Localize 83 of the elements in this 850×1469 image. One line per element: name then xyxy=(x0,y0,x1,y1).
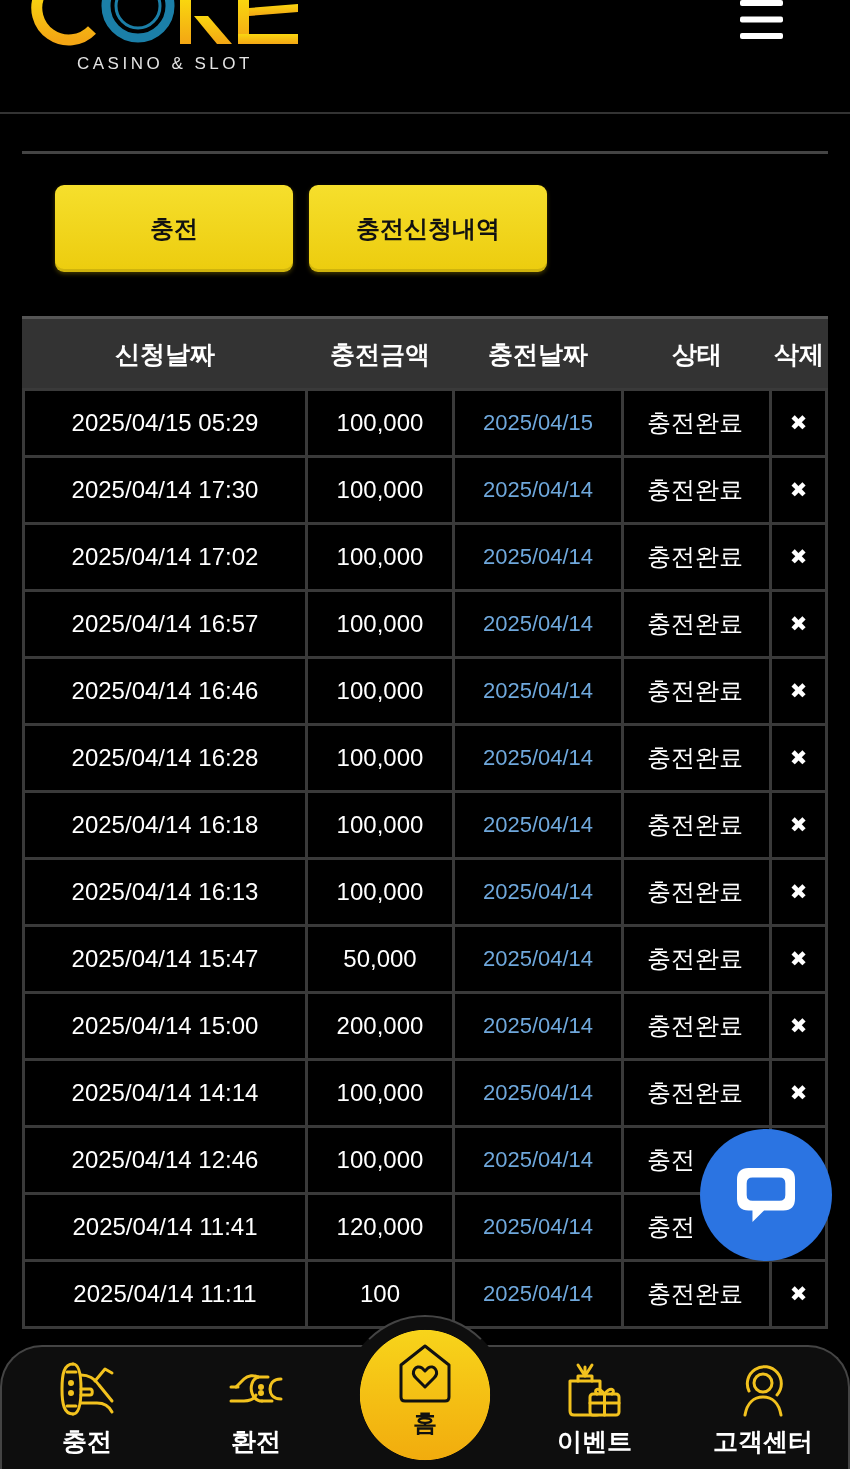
table-cell: 100,000 xyxy=(308,860,452,924)
table-cell: 2025/04/14 14:14 xyxy=(25,1061,305,1125)
column-header: 신청날짜 xyxy=(115,338,215,369)
table-cell: 2025/04/14 xyxy=(455,458,621,522)
cross-icon[interactable]: ✖ xyxy=(789,1283,808,1305)
table-cell: 100,000 xyxy=(308,391,452,455)
table-cell: 2025/04/14 16:13 xyxy=(25,860,305,924)
gift-icon xyxy=(566,1361,623,1417)
table-cell: 충전완료 xyxy=(624,860,769,924)
table-cell: 2025/04/14 xyxy=(455,1262,621,1326)
nav-item[interactable]: 충전 xyxy=(58,1347,115,1456)
nav-item[interactable]: 환전 xyxy=(227,1347,284,1456)
table-cell: 충전완료 xyxy=(624,391,769,455)
cross-icon[interactable]: ✖ xyxy=(789,1015,808,1037)
table-cell: 2025/04/14 17:30 xyxy=(25,458,305,522)
charge-button[interactable]: 충전 xyxy=(55,185,293,272)
table-cell: 2025/04/14 xyxy=(455,525,621,589)
table-cell: 충전완료 xyxy=(624,726,769,790)
table-cell: 2025/04/14 xyxy=(455,659,621,723)
table-cell: 2025/04/14 xyxy=(455,994,621,1058)
table-cell: 2025/04/14 17:02 xyxy=(25,525,305,589)
table-cell: 2025/04/14 12:46 xyxy=(25,1128,305,1192)
table-cell: 100 xyxy=(308,1262,452,1326)
table-cell: 200,000 xyxy=(308,994,452,1058)
table-cell: 100,000 xyxy=(308,525,452,589)
table-cell: 2025/04/14 16:46 xyxy=(25,659,305,723)
table-cell: 2025/04/14 15:47 xyxy=(25,927,305,991)
logo-tagline: CASINO & SLOT xyxy=(77,54,253,74)
table-cell: 2025/04/14 xyxy=(455,860,621,924)
column-header: 충전금액 xyxy=(330,338,430,369)
table-cell: 2025/04/14 xyxy=(455,1128,621,1192)
table-cell: 2025/04/14 11:11 xyxy=(25,1262,305,1326)
column-header: 상태 xyxy=(671,338,722,369)
table-cell: 2025/04/14 xyxy=(455,927,621,991)
table-cell: 50,000 xyxy=(308,927,452,991)
table-cell: 2025/04/14 xyxy=(455,726,621,790)
table-cell: 충전완료 xyxy=(624,1262,769,1326)
table-cell: 충전완료 xyxy=(624,458,769,522)
table-cell: 100,000 xyxy=(308,659,452,723)
table-cell: 100,000 xyxy=(308,1061,452,1125)
table-cell: 2025/04/14 16:18 xyxy=(25,793,305,857)
nav-item[interactable]: 고객센터 xyxy=(713,1347,814,1456)
column-header: 삭제 xyxy=(773,338,824,369)
table-cell: 충전완료 xyxy=(624,525,769,589)
table-cell: 100,000 xyxy=(308,726,452,790)
table-cell: 2025/04/14 xyxy=(455,793,621,857)
menu-icon[interactable] xyxy=(740,0,783,39)
table-cell: 2025/04/14 15:00 xyxy=(25,994,305,1058)
history-button[interactable]: 충전신청내역 xyxy=(309,185,547,272)
table-cell: 충전완료 xyxy=(624,1061,769,1125)
table-cell: 100,000 xyxy=(308,793,452,857)
hand-coin-icon xyxy=(58,1361,115,1417)
cross-icon[interactable]: ✖ xyxy=(789,948,808,970)
column-header: 충전날짜 xyxy=(488,338,588,369)
table-cell: 충전완료 xyxy=(624,994,769,1058)
table-cell: 2025/04/15 xyxy=(455,391,621,455)
cross-icon[interactable]: ✖ xyxy=(789,412,808,434)
house-heart-icon xyxy=(397,1343,453,1403)
table-cell: 2025/04/14 16:57 xyxy=(25,592,305,656)
table-cell: 100,000 xyxy=(308,1128,452,1192)
table-cell: 2025/04/14 11:41 xyxy=(25,1195,305,1259)
table-cell: 충전완료 xyxy=(624,659,769,723)
cross-icon[interactable]: ✖ xyxy=(789,747,808,769)
table-cell: 2025/04/14 xyxy=(455,1195,621,1259)
table-cell: 2025/04/14 xyxy=(455,592,621,656)
speech-bubble-icon xyxy=(735,1166,797,1224)
cross-icon[interactable]: ✖ xyxy=(789,479,808,501)
table-cell: 2025/04/15 05:29 xyxy=(25,391,305,455)
table-cell: 충전완료 xyxy=(624,793,769,857)
cross-icon[interactable]: ✖ xyxy=(789,1082,808,1104)
table-cell: 2025/04/14 xyxy=(455,1061,621,1125)
cross-icon[interactable]: ✖ xyxy=(789,613,808,635)
table-cell: 충전완료 xyxy=(624,927,769,991)
nav-item[interactable]: 이벤트 xyxy=(556,1347,632,1456)
table-cell: 100,000 xyxy=(308,458,452,522)
table-cell: 100,000 xyxy=(308,592,452,656)
cross-icon[interactable]: ✖ xyxy=(789,680,808,702)
cross-icon[interactable]: ✖ xyxy=(789,546,808,568)
cross-icon[interactable]: ✖ xyxy=(789,881,808,903)
table-cell: 120,000 xyxy=(308,1195,452,1259)
table-cell: 2025/04/14 16:28 xyxy=(25,726,305,790)
table-cell: 충전완료 xyxy=(624,592,769,656)
cross-icon[interactable]: ✖ xyxy=(789,814,808,836)
